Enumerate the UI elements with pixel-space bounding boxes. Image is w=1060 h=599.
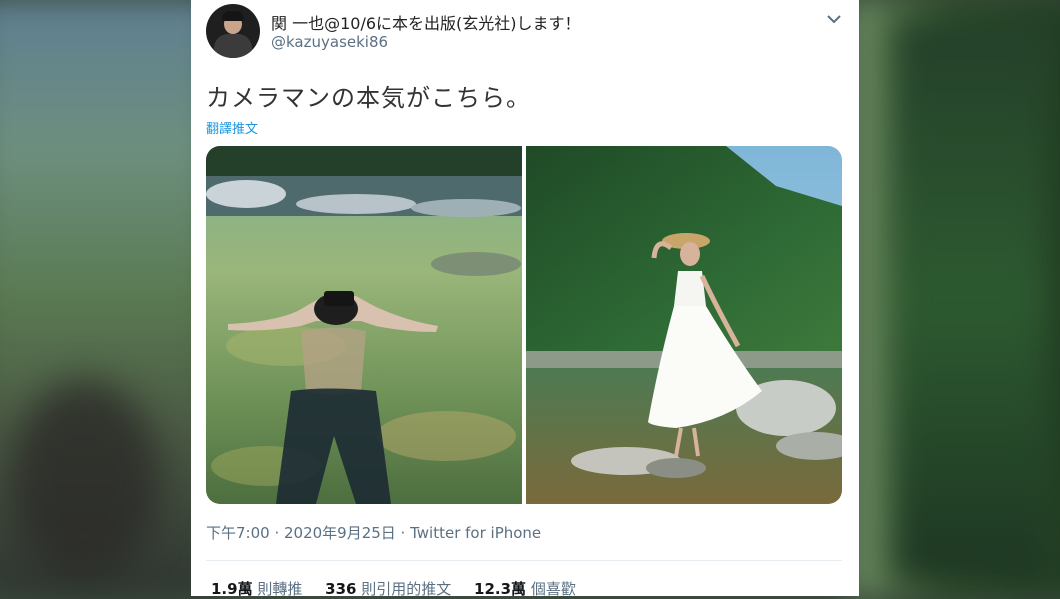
display-name[interactable]: 関 一也@10/6に本を出版(玄光社)します！: [271, 10, 581, 34]
translate-link[interactable]: 翻譯推文: [206, 118, 258, 137]
photo-woman-on-rock[interactable]: [526, 146, 842, 504]
tweet-timestamp[interactable]: 下午7:00 · 2020年9月25日 · Twitter for iPhone: [206, 522, 541, 543]
retweets-stat[interactable]: 1.9萬 則轉推: [211, 580, 302, 598]
tweet-text: カメラマンの本気がこちら。: [206, 84, 531, 112]
tweet-media[interactable]: [206, 146, 842, 504]
likes-stat[interactable]: 12.3萬 個喜歡: [474, 580, 576, 598]
avatar[interactable]: [206, 4, 260, 58]
tweet-card: 関 一也@10/6に本を出版(玄光社)します！ @kazuyaseki86 カメ…: [191, 0, 859, 598]
photo-photographer-in-river[interactable]: [206, 146, 522, 504]
background-blur-right-shape: [895, 20, 1045, 580]
quotes-stat[interactable]: 336 則引用的推文: [325, 580, 451, 598]
divider: [206, 560, 842, 561]
user-handle[interactable]: @kazuyaseki86: [271, 33, 388, 51]
chevron-down-icon[interactable]: [825, 10, 843, 28]
background-blur-left-shape: [10, 380, 160, 580]
